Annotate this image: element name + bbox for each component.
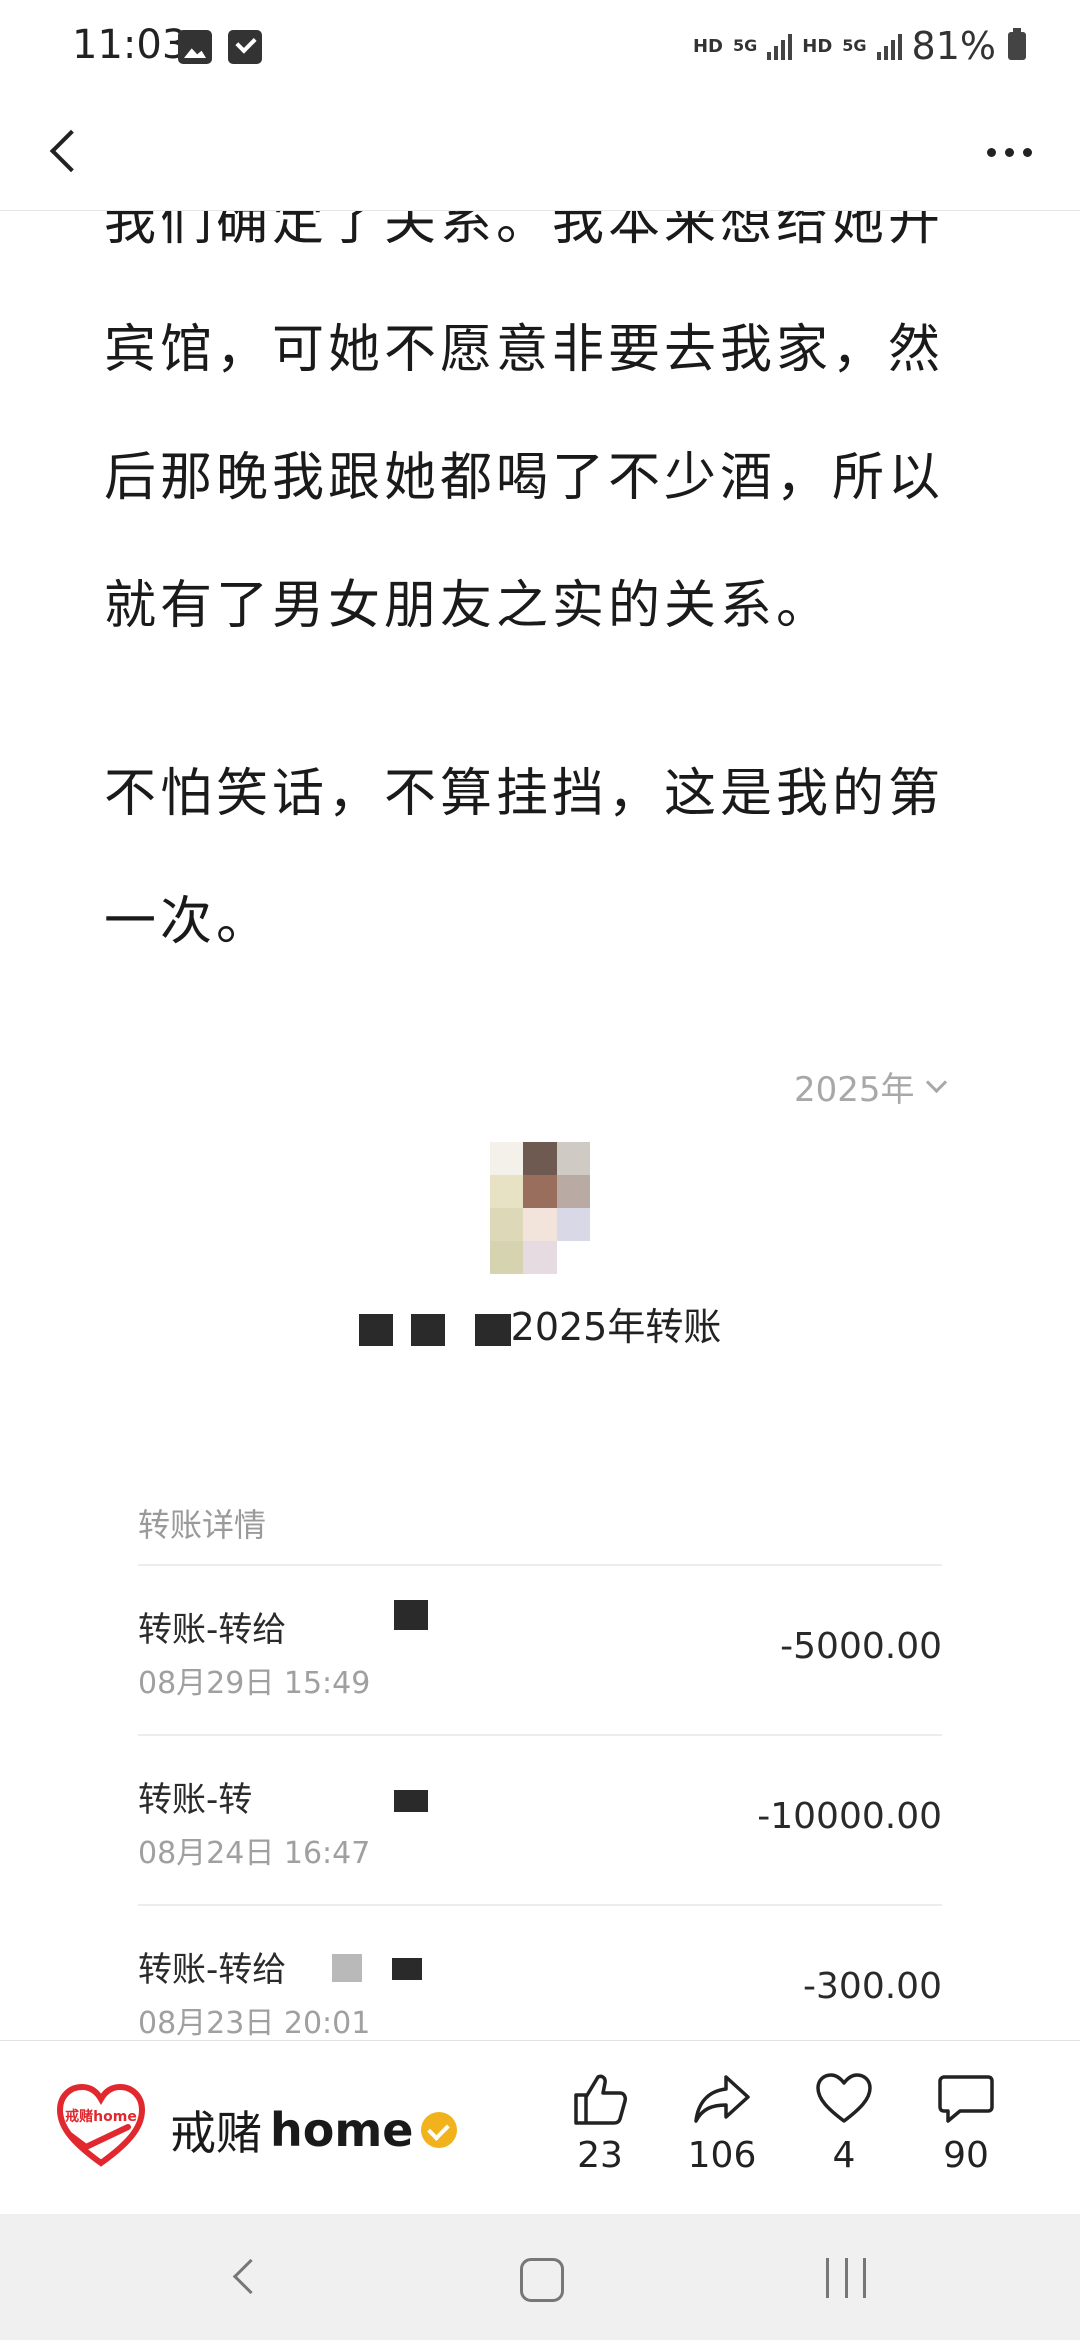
author-name[interactable]: 戒赌 home [170, 2097, 458, 2163]
year-filter: 2025年 [794, 1062, 947, 1111]
system-nav-bar [0, 2214, 1080, 2340]
more-options-button[interactable] [974, 124, 1044, 180]
year-filter-label: 2025年 [794, 1070, 915, 1110]
redaction-mark [332, 1954, 362, 1982]
like-count: 23 [577, 2135, 623, 2176]
article-paragraph: 我们确定了关系。我本来想给她开宾馆，可她不愿意非要去我家，然后那晚我跟她都喝了不… [104, 192, 945, 636]
system-home-button[interactable] [520, 2258, 564, 2302]
back-button[interactable] [36, 118, 100, 182]
top-nav-bar [0, 96, 1080, 211]
article-paragraph: 不怕笑话，不算挂挡，这是我的第一次。 [104, 764, 945, 952]
transfer-title-text: 2025年转账 [510, 1305, 722, 1349]
transaction-time: 08月29日 15:49 [138, 1666, 371, 1701]
checkbox-icon [228, 30, 262, 64]
transaction-name: 转账-转给 [138, 1610, 287, 1650]
comment-button[interactable]: 90 [916, 2071, 1016, 2176]
heart-icon [816, 2073, 872, 2123]
transaction-amount: -300.00 [803, 1966, 942, 2007]
redaction-mark [358, 1313, 393, 1346]
transaction-amount: -5000.00 [780, 1626, 942, 1667]
transaction-time: 08月24日 16:47 [138, 1836, 371, 1871]
notification-icons [178, 30, 262, 64]
share-count: 106 [687, 2135, 757, 2176]
signal-icon [767, 32, 793, 60]
system-back-button[interactable] [226, 2258, 262, 2294]
transaction-name: 转账-转给 [138, 1950, 287, 1990]
gallery-icon [178, 30, 212, 64]
redaction-mark [392, 1958, 422, 1980]
hd-label: HD [802, 35, 833, 57]
thumbs-up-icon [574, 2074, 627, 2125]
battery-level: 81% [911, 24, 996, 68]
transfer-title: 2025年转账 [0, 1296, 1080, 1351]
hd-label: HD [692, 35, 723, 57]
redaction-mark [474, 1313, 511, 1346]
transaction-time: 08月23日 20:01 [138, 2006, 371, 2040]
redaction-mark [394, 1790, 428, 1812]
favorite-button[interactable]: 4 [794, 2071, 894, 2176]
author-name-cn: 戒赌 [170, 2106, 262, 2160]
transaction-row[interactable]: 转账-转 08月24日 16:47 -10000.00 [138, 1736, 942, 1906]
blurred-avatar [490, 1142, 590, 1274]
verified-badge-icon [421, 2112, 458, 2148]
chevron-down-icon [925, 1071, 947, 1094]
transaction-row[interactable]: 转账-转给 08月29日 15:49 -5000.00 [138, 1566, 942, 1736]
comment-icon [938, 2075, 994, 2123]
action-bar: 戒赌home 戒赌 home 23 106 4 90 [0, 2040, 1080, 2215]
transaction-amount: -10000.00 [757, 1796, 942, 1837]
like-button[interactable]: 23 [550, 2071, 650, 2176]
redaction-mark [410, 1313, 445, 1346]
author-name-en: home [270, 2103, 414, 2157]
transaction-name: 转账-转 [138, 1780, 253, 1820]
system-recents-button[interactable] [826, 2258, 866, 2298]
system-indicators: HD 5G HD 5G 81% [693, 24, 1026, 68]
battery-icon [1008, 28, 1026, 60]
redaction-mark [394, 1600, 428, 1630]
comment-count: 90 [943, 2135, 989, 2176]
transfer-details-label: 转账详情 [138, 1506, 267, 1544]
status-time: 11:03 [72, 22, 188, 68]
transaction-row[interactable]: 转账-转给 08月23日 20:01 -300.00 [138, 1906, 942, 2040]
network-type-label: 5G [732, 36, 758, 55]
brand-logo-text: 戒赌home [65, 2108, 137, 2125]
share-icon [694, 2075, 750, 2123]
article-content[interactable]: 我们确定了关系。我本来想给她开宾馆，可她不愿意非要去我家，然后那晚我跟她都喝了不… [0, 0, 1080, 2040]
status-bar: 11:03 HD 5G HD 5G 81% [0, 0, 1080, 96]
share-button[interactable]: 106 [672, 2071, 772, 2176]
signal-icon [876, 32, 902, 60]
network-type-label: 5G [842, 36, 867, 55]
brand-logo[interactable]: 戒赌home [56, 2083, 146, 2169]
favorite-count: 4 [832, 2135, 856, 2176]
